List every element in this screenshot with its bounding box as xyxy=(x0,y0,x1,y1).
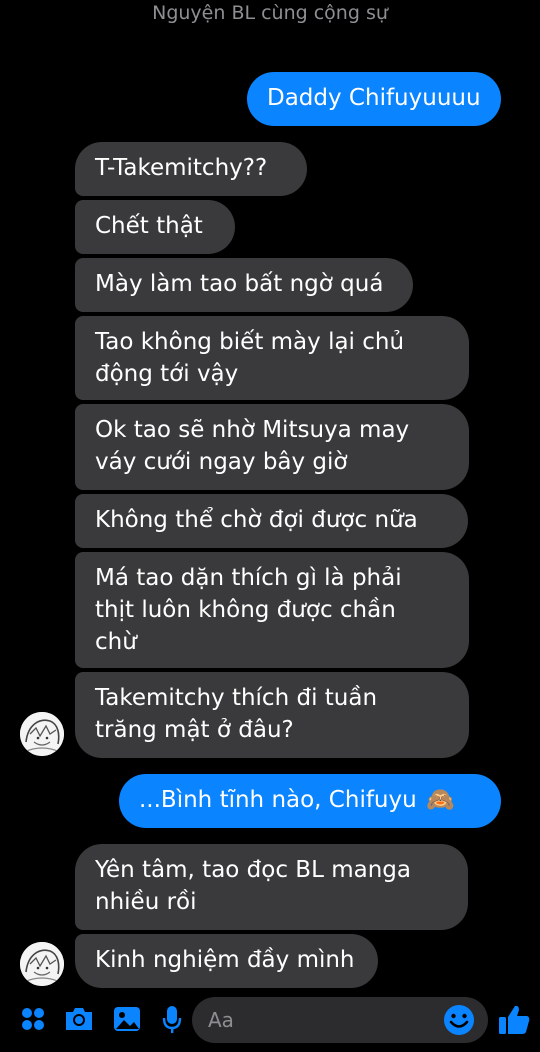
message-text-line: Ok tao sẽ nhờ Mitsuya may xyxy=(95,417,410,443)
message-input-placeholder: Aa xyxy=(208,1008,234,1032)
message-incoming[interactable]: Ok tao sẽ nhờ Mitsuya may váy cưới ngay … xyxy=(75,404,469,490)
message-text: Kinh nghiệm đầy mình xyxy=(95,947,355,973)
message-text: Mày làm tao bất ngờ quá xyxy=(95,271,384,297)
avatar-drawing xyxy=(20,942,64,986)
message-text-line: Tao không biết mày lại chủ xyxy=(95,329,405,355)
message-incoming[interactable]: Má tao dặn thích gì là phải thịt luôn kh… xyxy=(75,552,469,668)
message-incoming[interactable]: Yên tâm, tao đọc BL manga nhiều rồi xyxy=(75,844,468,930)
message-incoming[interactable]: Tao không biết mày lại chủ động tới vậy xyxy=(75,316,469,400)
message-outgoing[interactable]: ...Bình tĩnh nào, Chifuyu 🙈 xyxy=(119,774,501,828)
avatar[interactable] xyxy=(20,942,64,986)
message-text: Daddy Chifuyuuuu xyxy=(267,85,481,111)
see-no-evil-monkey-icon: 🙈 xyxy=(426,787,455,813)
message-text: T-Takemitchy?? xyxy=(95,155,268,181)
message-text: Không thể chờ đợi được nữa xyxy=(95,507,418,533)
message-text-line: Takemitchy thích đi tuần xyxy=(95,685,378,711)
message-incoming[interactable]: Chết thật xyxy=(75,200,235,254)
chat-screen: Nguyện BL cùng cộng sự Daddy Chifuyuuuu … xyxy=(0,0,540,1052)
message-outgoing[interactable]: Daddy Chifuyuuuu xyxy=(247,72,501,126)
message-input[interactable]: Aa xyxy=(192,997,488,1043)
thumbs-up-icon[interactable] xyxy=(494,1000,534,1040)
menu-icon[interactable] xyxy=(16,1002,50,1036)
camera-icon[interactable] xyxy=(62,1002,96,1036)
message-incoming[interactable]: Kinh nghiệm đầy mình xyxy=(75,934,378,988)
message-text-line: nhiều rồi xyxy=(95,889,197,915)
message-incoming[interactable]: Không thể chờ đợi được nữa xyxy=(75,494,468,548)
message-text-line: Yên tâm, tao đọc BL manga xyxy=(95,857,411,883)
emoji-icon[interactable] xyxy=(442,1003,476,1037)
message-text-line: thịt luôn không được chần xyxy=(95,597,396,623)
avatar-drawing xyxy=(20,712,64,756)
message-text: ...Bình tĩnh nào, Chifuyu xyxy=(139,787,417,813)
message-incoming[interactable]: Mày làm tao bất ngờ quá xyxy=(75,258,413,312)
message-text-line: động tới vậy xyxy=(95,361,239,387)
microphone-icon[interactable] xyxy=(155,1002,189,1036)
avatar[interactable] xyxy=(20,712,64,756)
message-text: Chết thật xyxy=(95,213,203,239)
message-text-line: trăng mật ở đâu? xyxy=(95,717,294,743)
message-text-line: Má tao dặn thích gì là phải xyxy=(95,565,402,591)
message-incoming[interactable]: T-Takemitchy?? xyxy=(75,142,307,196)
message-text-line: chừ xyxy=(95,629,137,655)
chat-title: Nguyện BL cùng cộng sự xyxy=(152,2,388,24)
gallery-icon[interactable] xyxy=(110,1002,144,1036)
message-incoming[interactable]: Takemitchy thích đi tuần trăng mật ở đâu… xyxy=(75,672,469,758)
composer-bar: Aa xyxy=(0,994,540,1052)
message-text-line: váy cưới ngay bây giờ xyxy=(95,449,348,475)
